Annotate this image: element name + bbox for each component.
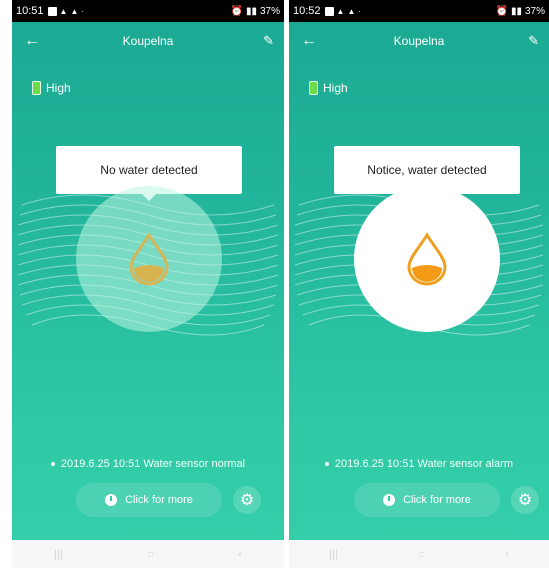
click-for-more-button[interactable]: Click for more [354,483,500,517]
home-icon[interactable]: ○ [147,547,154,561]
back-nav-icon[interactable]: ‹ [238,547,242,561]
settings-button[interactable]: ⚙ [233,486,261,514]
page-title: Koupelna [122,34,174,48]
state-message: Notice, water detected [367,163,487,177]
state-message: No water detected [100,163,198,177]
app-bar: ← Koupelna ✎ [289,30,549,56]
battery-status: High [309,81,348,95]
system-nav-bar: ||| ○ ‹ [289,540,549,568]
phone-screen-normal: 10:51 ▲ ▲ · ⏰ ▮▮ 37% ← Koupelna ✎ High N… [12,0,284,568]
system-nav-bar: ||| ○ ‹ [12,540,284,568]
app-bar: ← Koupelna ✎ [12,30,284,56]
clock-icon [383,494,396,506]
water-drop-icon [129,232,169,286]
status-time: 10:51 [16,5,44,17]
sensor-state-circle [354,186,500,332]
alarm-icon: ⏰ [495,5,508,17]
page-title: Koupelna [393,34,445,48]
more-label: Click for more [403,494,471,506]
edit-pencil-icon[interactable]: ✎ [263,33,274,49]
home-icon[interactable]: ○ [418,547,425,561]
notification-icon: ▲ [70,6,79,16]
status-bar: 10:51 ▲ ▲ · ⏰ ▮▮ 37% [12,0,284,22]
gear-icon: ⚙ [239,492,255,509]
last-event-log: 2019.6.25 10:51 Water sensor normal [12,458,284,470]
signal-icon: ▮▮ [510,5,522,17]
battery-percent: 37% [524,5,545,17]
dot-icon: · [81,6,85,16]
signal-icon: ▮▮ [245,5,257,17]
gear-icon: ⚙ [517,492,533,509]
back-nav-icon[interactable]: ‹ [505,547,509,561]
notification-icon: ▲ [59,6,68,16]
battery-level: High [46,81,71,95]
water-drop-icon [407,232,447,286]
last-event-text: 2019.6.25 10:51 Water sensor alarm [334,458,514,470]
notification-icon [47,6,57,16]
dot-icon: · [358,6,362,16]
recent-apps-icon[interactable]: ||| [54,547,63,561]
notification-icon [324,6,334,16]
notification-icon: ▲ [347,6,356,16]
status-time: 10:52 [293,5,321,17]
sensor-state-circle [76,186,222,332]
bullet-icon [324,462,329,467]
battery-icon [32,81,41,95]
phone-screen-alarm: 10:52 ▲ ▲ · ⏰ ▮▮ 37% ← Koupelna ✎ High N… [289,0,549,568]
battery-icon [309,81,318,95]
status-bar: 10:52 ▲ ▲ · ⏰ ▮▮ 37% [289,0,549,22]
edit-pencil-icon[interactable]: ✎ [528,33,539,49]
clock-icon [105,494,118,506]
recent-apps-icon[interactable]: ||| [329,547,338,561]
more-label: Click for more [125,494,193,506]
notification-icon: ▲ [336,6,345,16]
battery-percent: 37% [259,5,280,17]
last-event-log: 2019.6.25 10:51 Water sensor alarm [289,458,549,470]
battery-status: High [32,81,71,95]
click-for-more-button[interactable]: Click for more [76,483,222,517]
battery-level: High [323,81,348,95]
alarm-icon: ⏰ [230,5,243,17]
last-event-text: 2019.6.25 10:51 Water sensor normal [60,458,246,470]
bullet-icon [50,462,55,467]
settings-button[interactable]: ⚙ [511,486,539,514]
